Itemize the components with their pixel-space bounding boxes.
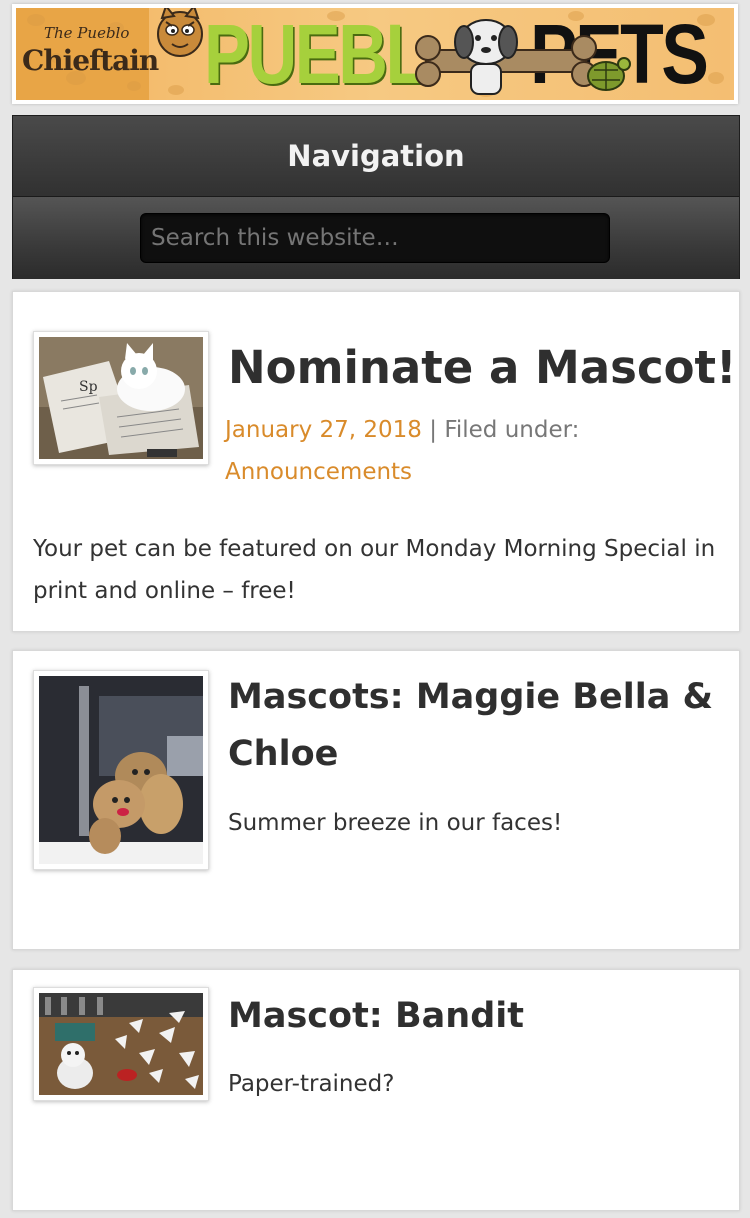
- navigation-toggle[interactable]: Navigation: [13, 116, 739, 196]
- dog-bone-icon: [415, 19, 597, 95]
- site-banner-logo[interactable]: The Pueblo Chieftain PUEBL PETS: [16, 8, 734, 100]
- filed-under-label: Filed under:: [444, 417, 580, 443]
- svg-text:Sp: Sp: [79, 379, 98, 395]
- post-title[interactable]: Mascot: Bandit: [228, 988, 524, 1045]
- category-link[interactable]: Announcements: [225, 459, 412, 485]
- search-input[interactable]: [140, 213, 610, 263]
- banner-art: [157, 8, 631, 95]
- post-excerpt: Your pet can be featured on our Monday M…: [33, 536, 716, 604]
- post-card: Sp Nominate a Mascot! January 27, 2018 |…: [12, 291, 740, 632]
- post-excerpt: Summer breeze in our faces!: [228, 810, 563, 836]
- navigation-panel: Navigation: [12, 115, 740, 279]
- post-excerpt: Paper-trained?: [228, 1071, 395, 1097]
- post-title[interactable]: Nominate a Mascot!: [228, 336, 737, 400]
- post-card: Mascot: Bandit Paper-trained?: [12, 969, 740, 1211]
- post-card: Mascots: Maggie Bella & Chloe Summer bre…: [12, 650, 740, 950]
- cat-on-newspaper-image: Sp: [39, 337, 203, 459]
- post-thumbnail[interactable]: [33, 670, 209, 870]
- meta-separator: |: [429, 417, 437, 443]
- post-thumbnail[interactable]: Sp: [33, 331, 209, 465]
- search-bar-area: [13, 196, 739, 279]
- post-thumbnail[interactable]: [33, 987, 209, 1101]
- site-header: The Pueblo Chieftain PUEBL PETS: [12, 4, 738, 104]
- dogs-in-window-image: [39, 676, 203, 864]
- turtle-icon: [587, 57, 631, 91]
- dog-with-shredded-paper-image: [39, 993, 203, 1095]
- tiger-icon: [157, 8, 203, 57]
- post-title[interactable]: Mascots: Maggie Bella & Chloe: [228, 669, 718, 783]
- post-meta: January 27, 2018 | Filed under: Announce…: [225, 409, 725, 493]
- post-date-link[interactable]: January 27, 2018: [225, 417, 422, 443]
